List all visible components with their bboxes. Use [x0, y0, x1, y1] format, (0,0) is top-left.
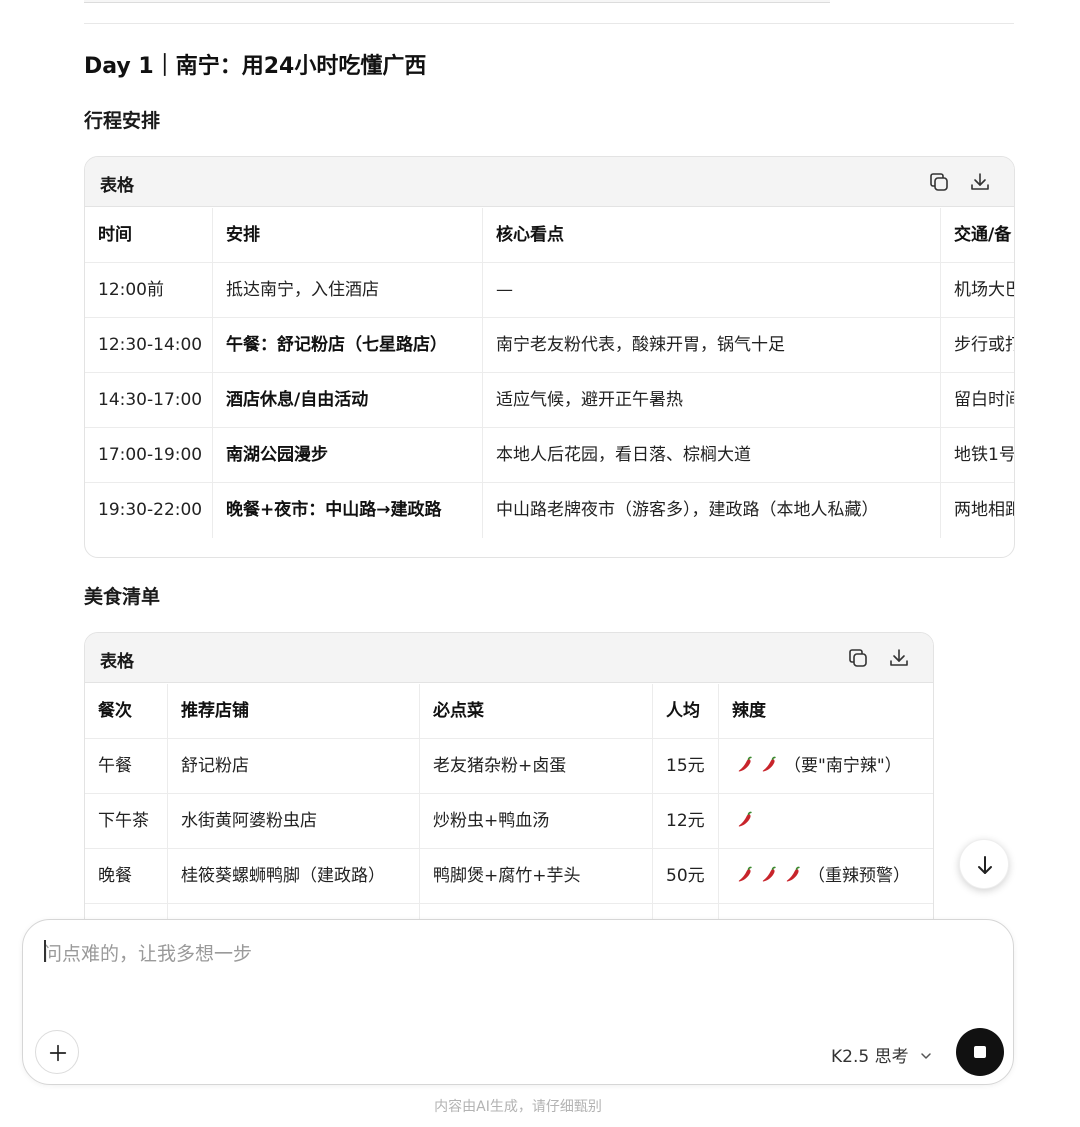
table-body: 时间 安排 核心看点 交通/备 12:00前 抵达南宁，入住酒店 — 机场大巴 … [85, 208, 1014, 538]
highlight-cell: 适应气候，避开正午暑热 [482, 373, 940, 428]
table-row: 19:30-22:00 晚餐+夜市：中山路→建政路 中山路老牌夜市（游客多），建… [85, 483, 1014, 538]
dish-cell: 鸭脚煲+腐竹+芋头 [419, 849, 652, 904]
chili-pepper-icon [784, 866, 802, 884]
time-cell: 17:00-19:00 [98, 445, 203, 465]
table-row: 14:30-17:00 酒店休息/自由活动 适应气候，避开正午暑热 留白时间 [85, 373, 1014, 428]
chat-composer: K2.5 思考 [22, 919, 1014, 1085]
dish-cell: 炒粉虫+鸭血汤 [419, 794, 652, 849]
stop-icon [974, 1046, 986, 1058]
transport-cell: 两地相距 [940, 483, 1014, 538]
dish-cell: 老友猪杂粉+卤蛋 [419, 739, 652, 794]
plus-icon [49, 1044, 67, 1062]
copy-icon[interactable] [846, 646, 870, 670]
day-title: Day 1｜南宁：用24小时吃懂广西 [84, 54, 427, 79]
table-row: 下午茶 水街黄阿婆粉虫店 炒粉虫+鸭血汤 12元 [85, 794, 933, 849]
plan-cell: 南湖公园漫步 [212, 428, 482, 483]
chili-pepper-icon [760, 866, 778, 884]
ai-disclaimer: 内容由AI生成，请仔细甄别 [434, 1099, 602, 1115]
header-cell: 必点菜 [419, 684, 652, 739]
table-label: 表格 [100, 652, 134, 672]
plan-cell: 午餐：舒记粉店（七星路店） [212, 318, 482, 373]
shop-cell: 舒记粉店 [167, 739, 419, 794]
chili-pepper-icon [736, 866, 754, 884]
spice-note: （重辣预警） [808, 866, 910, 886]
table-row: 12:00前 抵达南宁，入住酒店 — 机场大巴 [85, 263, 1014, 318]
chevron-down-icon [918, 1048, 934, 1064]
transport-cell: 步行或打 [940, 318, 1014, 373]
table-row: 午餐 舒记粉店 老友猪杂粉+卤蛋 15元 （要"南宁辣"） [85, 739, 933, 794]
highlight-cell: 南宁老友粉代表，酸辣开胃，锅气十足 [482, 318, 940, 373]
download-icon[interactable] [968, 170, 992, 194]
table-body: 餐次 推荐店铺 必点菜 人均 辣度 午餐 舒记粉店 老友猪杂粉+卤蛋 15元 （… [85, 684, 933, 931]
table-header-row: 餐次 推荐店铺 必点菜 人均 辣度 [85, 684, 933, 739]
shop-cell: 水街黄阿婆粉虫店 [167, 794, 419, 849]
price-cell: 50元 [652, 849, 718, 904]
text-caret [44, 940, 46, 962]
table-row: 12:30-14:00 午餐：舒记粉店（七星路店） 南宁老友粉代表，酸辣开胃，锅… [85, 318, 1014, 373]
meal-cell: 晚餐 [98, 866, 132, 886]
food-table: 表格 餐次 推荐店铺 必点菜 人均 辣度 午餐 舒记粉店 老友猪杂粉+卤蛋 15… [84, 632, 934, 932]
shop-cell: 桂筱葵螺蛳鸭脚（建政路） [167, 849, 419, 904]
table-label: 表格 [100, 176, 134, 196]
model-label: K2.5 思考 [831, 1047, 909, 1067]
table-row: 晚餐 桂筱葵螺蛳鸭脚（建政路） 鸭脚煲+腐竹+芋头 50元 （重辣预警） [85, 849, 933, 904]
scroll-to-bottom-button[interactable] [959, 839, 1009, 889]
table-header-bar: 表格 [85, 633, 933, 683]
time-cell: 14:30-17:00 [98, 390, 203, 410]
section-divider [84, 23, 1014, 24]
chili-pepper-icon [736, 756, 754, 774]
plan-cell: 酒店休息/自由活动 [212, 373, 482, 428]
table-header-bar: 表格 [85, 157, 1014, 207]
food-heading: 美食清单 [84, 586, 161, 608]
previous-content-edge [84, 0, 830, 3]
chili-pepper-icon [760, 756, 778, 774]
highlight-cell: 本地人后花园，看日落、棕榈大道 [482, 428, 940, 483]
chili-pepper-icon [736, 811, 754, 829]
download-icon[interactable] [887, 646, 911, 670]
transport-cell: 留白时间 [940, 373, 1014, 428]
arrow-down-icon [978, 856, 992, 874]
price-cell: 12元 [652, 794, 718, 849]
header-cell: 核心看点 [482, 208, 940, 263]
schedule-heading: 行程安排 [84, 110, 161, 132]
transport-cell: 机场大巴 [940, 263, 1014, 318]
highlight-cell: 中山路老牌夜市（游客多），建政路（本地人私藏） [482, 483, 940, 538]
price-cell: 15元 [652, 739, 718, 794]
spice-cell [718, 794, 933, 849]
model-selector[interactable]: K2.5 思考 [831, 1042, 934, 1067]
schedule-table: 表格 时间 安排 核心看点 交通/备 12:00前 抵达南宁，入住酒店 — 机场… [84, 156, 1015, 558]
header-cell: 辣度 [718, 684, 933, 739]
table-row: 17:00-19:00 南湖公园漫步 本地人后花园，看日落、棕榈大道 地铁1号 [85, 428, 1014, 483]
stop-button[interactable] [956, 1028, 1004, 1076]
header-cell: 交通/备 [940, 208, 1014, 263]
chat-input[interactable] [43, 934, 983, 974]
meal-cell: 午餐 [98, 756, 132, 776]
spice-cell: （重辣预警） [718, 849, 933, 904]
header-cell: 推荐店铺 [167, 684, 419, 739]
plan-cell: 晚餐+夜市：中山路→建政路 [212, 483, 482, 538]
copy-icon[interactable] [927, 170, 951, 194]
time-cell: 19:30-22:00 [98, 500, 203, 520]
plan-cell: 抵达南宁，入住酒店 [212, 263, 482, 318]
spice-cell: （要"南宁辣"） [718, 739, 933, 794]
header-cell: 人均 [652, 684, 718, 739]
highlight-cell: — [482, 263, 940, 318]
time-cell: 12:00前 [98, 280, 164, 300]
attach-button[interactable] [35, 1030, 79, 1074]
header-cell: 安排 [212, 208, 482, 263]
meal-cell: 下午茶 [98, 811, 149, 831]
header-cell: 餐次 [98, 701, 132, 721]
time-cell: 12:30-14:00 [98, 335, 203, 355]
spice-note: （要"南宁辣"） [784, 756, 902, 776]
header-cell: 时间 [98, 225, 132, 245]
table-header-row: 时间 安排 核心看点 交通/备 [85, 208, 1014, 263]
transport-cell: 地铁1号 [940, 428, 1014, 483]
